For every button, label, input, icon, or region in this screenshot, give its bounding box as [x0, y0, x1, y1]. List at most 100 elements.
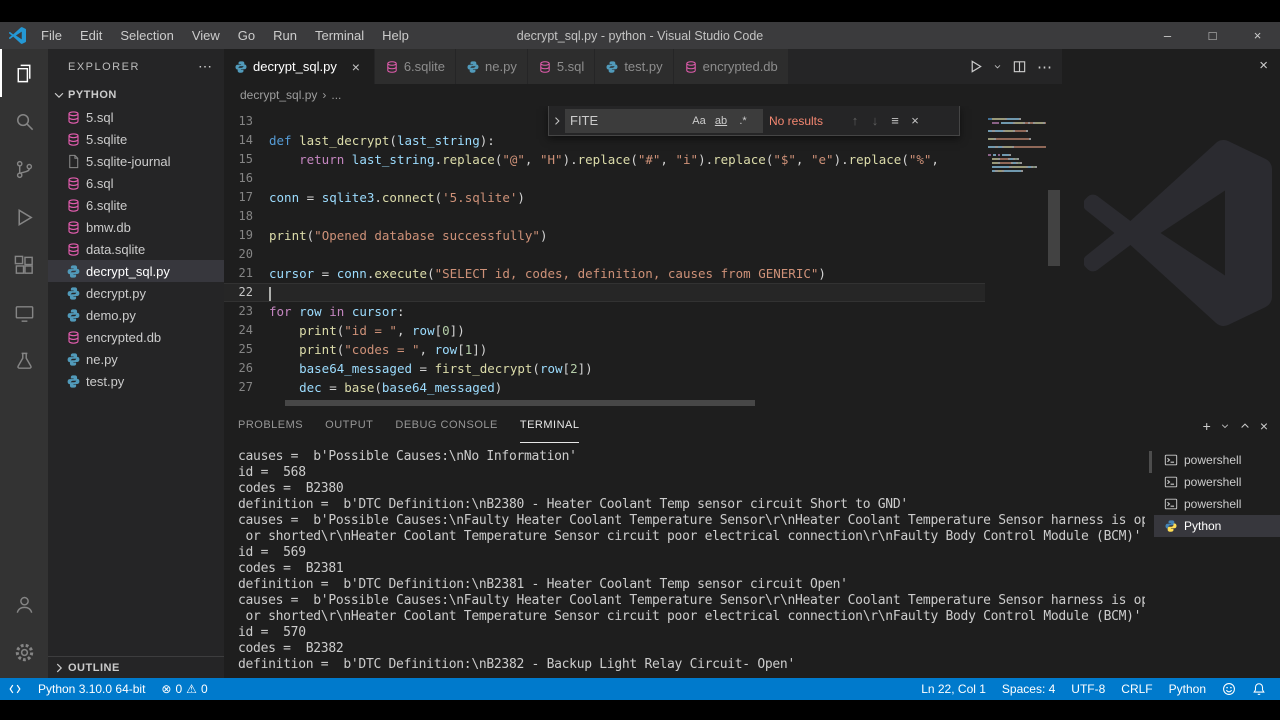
encoding-status[interactable]: UTF-8: [1063, 678, 1113, 700]
new-terminal-icon[interactable]: +: [1203, 418, 1211, 434]
vertical-scrollbar[interactable]: [1046, 106, 1062, 398]
file-6.sqlite[interactable]: 6.sqlite: [48, 194, 224, 216]
code-line-19[interactable]: 19 print("Opened database successfully"): [224, 226, 985, 245]
menu-run[interactable]: Run: [264, 22, 306, 49]
activitybar-source-control[interactable]: [0, 145, 48, 193]
file-demo.py[interactable]: demo.py: [48, 304, 224, 326]
vertical-scrollbar-thumb[interactable]: [1048, 190, 1060, 266]
code-line-25[interactable]: 25 print("codes = ", row[1]): [224, 340, 985, 359]
terminal-scrollbar-thumb[interactable]: [1149, 451, 1152, 473]
activitybar-run-and-debug[interactable]: [0, 193, 48, 241]
close-find-icon[interactable]: ×: [905, 113, 925, 128]
find-input[interactable]: [570, 113, 688, 128]
code-line-27[interactable]: 27 dec = base(base64_messaged): [224, 378, 985, 397]
minimap[interactable]: [985, 106, 1046, 398]
more-actions-icon[interactable]: ⋯: [1037, 58, 1052, 76]
find-in-selection-icon[interactable]: ≡: [885, 113, 905, 128]
menu-help[interactable]: Help: [373, 22, 418, 49]
remote-indicator[interactable]: [0, 678, 30, 700]
close-editor-group-icon[interactable]: ×: [1259, 57, 1268, 74]
activitybar-testing[interactable]: [0, 337, 48, 385]
language-mode-status[interactable]: Python: [1161, 678, 1214, 700]
breadcrumb-symbol[interactable]: ...: [331, 88, 341, 102]
indentation-status[interactable]: Spaces: 4: [994, 678, 1063, 700]
horizontal-scrollbar-thumb[interactable]: [285, 400, 755, 406]
activitybar-remote-explorer[interactable]: [0, 289, 48, 337]
horizontal-scrollbar[interactable]: [285, 398, 985, 408]
next-match-icon[interactable]: ↓: [865, 113, 885, 128]
activitybar-settings[interactable]: [0, 628, 48, 676]
cursor-position-status[interactable]: Ln 22, Col 1: [913, 678, 994, 700]
file-decrypt_sql.py[interactable]: decrypt_sql.py: [48, 260, 224, 282]
menu-selection[interactable]: Selection: [111, 22, 182, 49]
views-and-more-actions-icon[interactable]: ⋯: [198, 58, 212, 75]
tab-ne.py[interactable]: ne.py: [456, 49, 528, 84]
panel-tab-problems[interactable]: PROBLEMS: [238, 408, 303, 443]
activitybar-extensions[interactable]: [0, 241, 48, 289]
code-line-21[interactable]: 21 cursor = conn.execute("SELECT id, code…: [224, 264, 985, 283]
whole-word-icon[interactable]: ab: [710, 115, 732, 127]
file-ne.py[interactable]: ne.py: [48, 348, 224, 370]
tab-encrypted.db[interactable]: encrypted.db: [673, 49, 789, 84]
code-line-15[interactable]: 15 return last_string.replace("@", "H").…: [224, 150, 985, 169]
maximize-button[interactable]: □: [1190, 22, 1235, 49]
tab-6.sqlite[interactable]: 6.sqlite: [374, 49, 457, 84]
code-line-23[interactable]: 23 for row in cursor:: [224, 302, 985, 321]
tab-test.py[interactable]: test.py: [595, 49, 674, 84]
file-6.sql[interactable]: 6.sql: [48, 172, 224, 194]
terminal-instance-powershell[interactable]: powershell: [1154, 449, 1280, 471]
code-line-24[interactable]: 24 print("id = ", row[0]): [224, 321, 985, 340]
eol-status[interactable]: CRLF: [1113, 678, 1160, 700]
file-decrypt.py[interactable]: decrypt.py: [48, 282, 224, 304]
close-window-button[interactable]: ×: [1235, 22, 1280, 49]
file-5.sql[interactable]: 5.sql: [48, 106, 224, 128]
file-test.py[interactable]: test.py: [48, 370, 224, 392]
tab-decrypt_sql.py[interactable]: decrypt_sql.py ×: [224, 49, 375, 84]
outline-section[interactable]: OUTLINE: [48, 656, 224, 678]
code-line-18[interactable]: 18: [224, 207, 985, 226]
run-python-file-button[interactable]: [968, 59, 983, 74]
panel-tab-output[interactable]: OUTPUT: [325, 408, 373, 443]
activitybar-search[interactable]: [0, 97, 48, 145]
file-data.sqlite[interactable]: data.sqlite: [48, 238, 224, 260]
terminal-instance-powershell[interactable]: powershell: [1154, 493, 1280, 515]
regex-icon[interactable]: .*: [732, 115, 754, 127]
match-case-icon[interactable]: Aa: [688, 115, 710, 127]
maximize-panel-icon[interactable]: [1239, 420, 1251, 432]
previous-match-icon[interactable]: ↑: [845, 113, 865, 128]
menu-file[interactable]: File: [32, 22, 71, 49]
python-interpreter-status[interactable]: Python 3.10.0 64-bit: [30, 678, 153, 700]
file-5.sqlite[interactable]: 5.sqlite: [48, 128, 224, 150]
minimize-button[interactable]: –: [1145, 22, 1190, 49]
terminal-dropdown-icon[interactable]: [1220, 421, 1230, 431]
code-line-22[interactable]: 22: [224, 283, 985, 302]
file-encrypted.db[interactable]: encrypted.db: [48, 326, 224, 348]
breadcrumb-file[interactable]: decrypt_sql.py: [240, 88, 317, 102]
toggle-replace-icon[interactable]: [549, 106, 565, 135]
panel-tab-terminal[interactable]: TERMINAL: [519, 408, 580, 443]
menu-view[interactable]: View: [183, 22, 229, 49]
folder-section-python[interactable]: PYTHON: [48, 84, 224, 106]
terminal-instance-python[interactable]: Python: [1154, 515, 1280, 537]
terminal-instance-powershell[interactable]: powershell: [1154, 471, 1280, 493]
split-editor-button[interactable]: [1012, 59, 1027, 74]
code-line-20[interactable]: 20: [224, 245, 985, 264]
close-panel-icon[interactable]: ×: [1260, 418, 1268, 434]
code-line-26[interactable]: 26 base64_messaged = first_decrypt(row[2…: [224, 359, 985, 378]
menu-edit[interactable]: Edit: [71, 22, 111, 49]
menu-terminal[interactable]: Terminal: [306, 22, 373, 49]
close-tab-icon[interactable]: ×: [348, 59, 364, 75]
panel-tab-debug-console[interactable]: DEBUG CONSOLE: [395, 408, 497, 443]
tab-5.sql[interactable]: 5.sql: [527, 49, 596, 84]
run-dropdown-icon[interactable]: [993, 62, 1002, 71]
activitybar-explorer[interactable]: [0, 49, 48, 97]
problems-status[interactable]: ⊗ 0 ⚠ 0: [153, 678, 215, 700]
file-bmw.db[interactable]: bmw.db: [48, 216, 224, 238]
feedback-smiley-icon[interactable]: [1214, 678, 1244, 700]
file-5.sqlite-journal[interactable]: 5.sqlite-journal: [48, 150, 224, 172]
code-line-16[interactable]: 16: [224, 169, 985, 188]
menu-go[interactable]: Go: [229, 22, 264, 49]
code-line-17[interactable]: 17 conn = sqlite3.connect('5.sqlite'): [224, 188, 985, 207]
notifications-bell-icon[interactable]: [1244, 678, 1274, 700]
activitybar-accounts[interactable]: [0, 580, 48, 628]
